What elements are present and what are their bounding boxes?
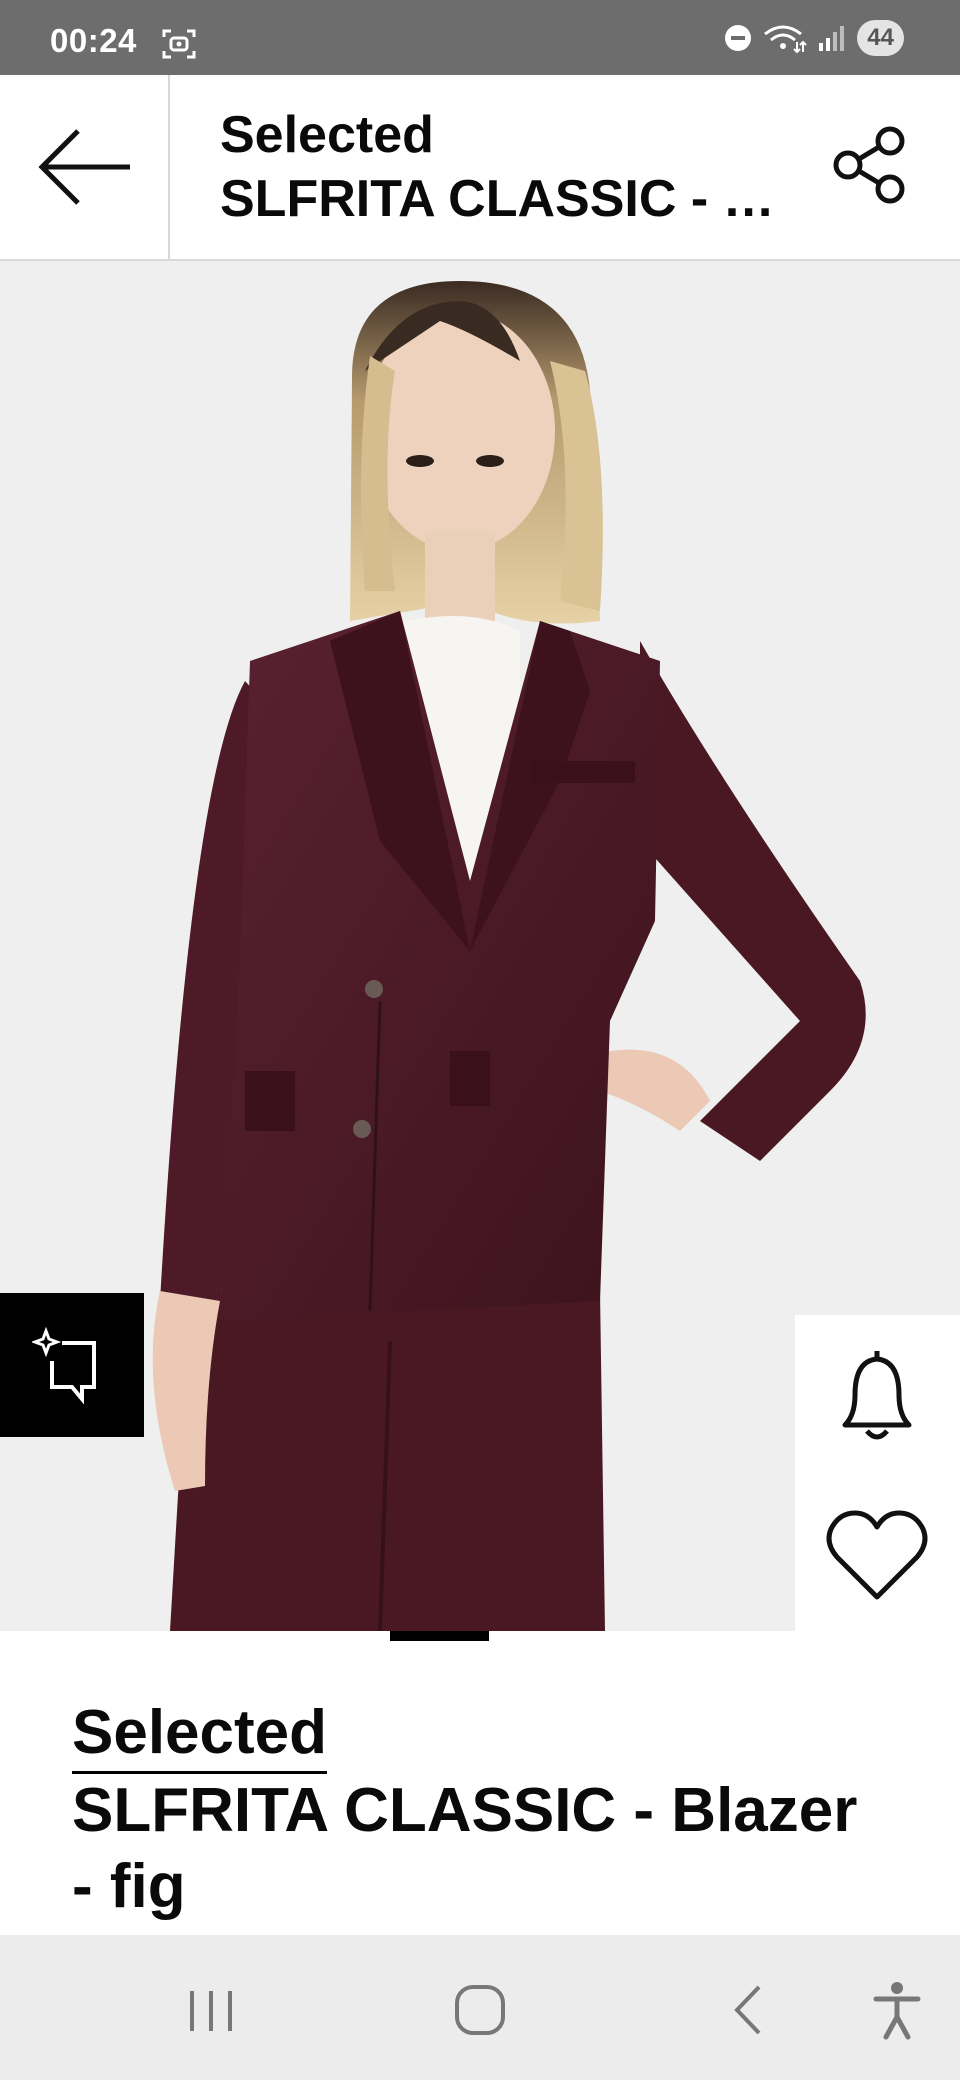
action-panel xyxy=(795,1315,960,1645)
home-icon[interactable] xyxy=(445,1975,515,2045)
header-title-group: Selected SLFRITA CLASSIC - Blazer - fig xyxy=(220,103,800,231)
product-brand-link[interactable]: Selected xyxy=(72,1697,328,1774)
back-icon[interactable] xyxy=(715,1975,785,2045)
product-info: Selected SLFRITA CLASSIC - Blazer - fig xyxy=(0,1645,960,1935)
virtual-try-on-icon xyxy=(32,1326,96,1405)
header-title: SLFRITA CLASSIC - Blazer - fig xyxy=(220,170,800,228)
accessibility-icon[interactable] xyxy=(862,1975,932,2045)
status-time: 00:24 xyxy=(50,22,137,59)
virtual-try-on-button[interactable] xyxy=(0,1293,144,1437)
share-icon[interactable] xyxy=(830,125,910,205)
status-icons: 44 xyxy=(723,20,904,56)
arrow-left-icon xyxy=(38,129,130,205)
carousel-indicator-active xyxy=(390,1631,489,1641)
screen-capture-icon xyxy=(162,29,196,59)
wifi-icon xyxy=(764,25,808,54)
do-not-disturb-icon xyxy=(725,25,752,51)
product-header: Selected SLFRITA CLASSIC - Blazer - fig xyxy=(0,75,960,261)
recent-apps-icon[interactable] xyxy=(176,1975,246,2045)
back-button[interactable] xyxy=(0,75,170,259)
heart-icon[interactable] xyxy=(825,1507,929,1603)
battery-indicator: 44 xyxy=(857,20,904,56)
header-brand: Selected xyxy=(220,106,434,164)
bell-icon[interactable] xyxy=(835,1345,919,1445)
signal-icon xyxy=(819,26,845,51)
product-name: SLFRITA CLASSIC - Blazer - fig xyxy=(72,1776,858,1921)
system-nav-bar xyxy=(0,1935,960,2080)
status-bar: 00:24 44 xyxy=(0,0,960,75)
